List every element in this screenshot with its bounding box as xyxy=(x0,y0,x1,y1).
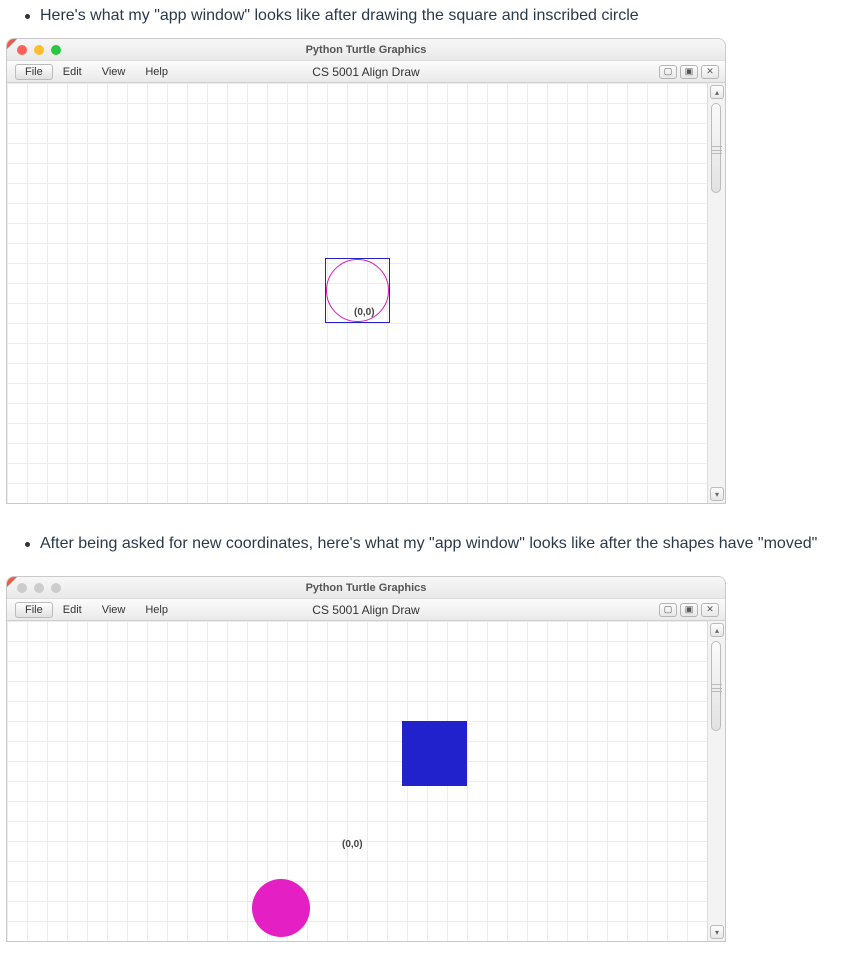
inner-window-controls: ▢ ▣ ✕ xyxy=(659,65,719,79)
scroll-up-icon[interactable]: ▴ xyxy=(710,85,724,99)
scroll-up-icon[interactable]: ▴ xyxy=(710,623,724,637)
circle-filled-shape xyxy=(252,879,310,937)
window-title: Python Turtle Graphics xyxy=(7,582,725,594)
minimize-icon[interactable]: ▢ xyxy=(659,65,677,79)
menubar: File Edit View Help CS 5001 Align Draw ▢… xyxy=(7,61,725,83)
maximize-icon[interactable]: ▣ xyxy=(680,65,698,79)
close-icon[interactable]: ✕ xyxy=(701,603,719,617)
titlebar[interactable]: Python Turtle Graphics xyxy=(7,39,725,61)
canvas-wrap: (0,0) ▴ ▾ xyxy=(7,621,725,941)
minimize-icon[interactable]: ▢ xyxy=(659,603,677,617)
vertical-scrollbar[interactable]: ▴ ▾ xyxy=(707,83,725,503)
bullet-dot xyxy=(25,542,30,547)
bullet-dot xyxy=(25,14,30,19)
titlebar[interactable]: Python Turtle Graphics xyxy=(7,577,725,599)
origin-label: (0,0) xyxy=(342,839,363,850)
inner-window-controls: ▢ ▣ ✕ xyxy=(659,603,719,617)
vertical-scrollbar[interactable]: ▴ ▾ xyxy=(707,621,725,941)
resize-grip-icon xyxy=(712,146,722,154)
turtle-canvas[interactable]: (0,0) xyxy=(7,83,707,503)
inner-title: CS 5001 Align Draw xyxy=(7,65,725,79)
window-title: Python Turtle Graphics xyxy=(7,44,725,56)
origin-label: (0,0) xyxy=(354,307,375,318)
app-window-before: Python Turtle Graphics File Edit View He… xyxy=(6,38,726,504)
inner-title: CS 5001 Align Draw xyxy=(7,603,725,617)
scroll-down-icon[interactable]: ▾ xyxy=(710,487,724,501)
maximize-icon[interactable]: ▣ xyxy=(680,603,698,617)
turtle-canvas[interactable]: (0,0) xyxy=(7,621,707,941)
resize-grip-icon xyxy=(712,684,722,692)
scroll-down-icon[interactable]: ▾ xyxy=(710,925,724,939)
canvas-wrap: (0,0) ▴ ▾ xyxy=(7,83,725,503)
square-filled-shape xyxy=(402,721,467,786)
menubar: File Edit View Help CS 5001 Align Draw ▢… xyxy=(7,599,725,621)
bullet-text-1: Here's what my "app window" looks like a… xyxy=(40,4,639,28)
bullet-text-2: After being asked for new coordinates, h… xyxy=(40,532,817,556)
close-icon[interactable]: ✕ xyxy=(701,65,719,79)
app-window-after: Python Turtle Graphics File Edit View He… xyxy=(6,576,726,942)
bullet-item: After being asked for new coordinates, h… xyxy=(25,532,843,556)
bullet-item: Here's what my "app window" looks like a… xyxy=(25,4,843,28)
